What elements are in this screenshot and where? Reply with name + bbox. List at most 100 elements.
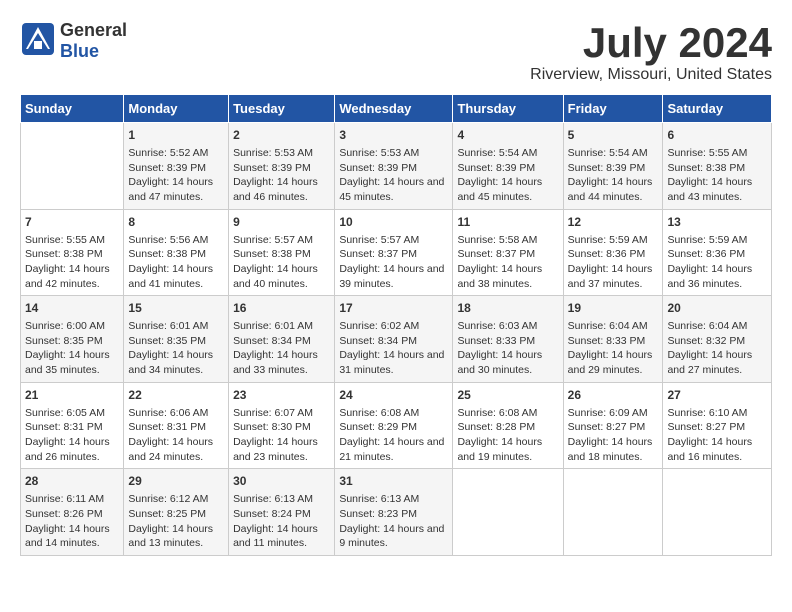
sunrise-text: Sunrise: 6:00 AM bbox=[25, 319, 119, 334]
daylight-text: Daylight: 14 hours and 35 minutes. bbox=[25, 348, 119, 377]
day-cell bbox=[563, 469, 663, 556]
header-monday: Monday bbox=[124, 95, 229, 123]
header-wednesday: Wednesday bbox=[335, 95, 453, 123]
sunrise-text: Sunrise: 6:13 AM bbox=[233, 492, 330, 507]
day-number: 3 bbox=[339, 127, 448, 144]
sunset-text: Sunset: 8:39 PM bbox=[568, 161, 659, 176]
daylight-text: Daylight: 14 hours and 37 minutes. bbox=[568, 262, 659, 291]
day-number: 11 bbox=[457, 214, 558, 231]
sunrise-text: Sunrise: 6:02 AM bbox=[339, 319, 448, 334]
daylight-text: Daylight: 14 hours and 44 minutes. bbox=[568, 175, 659, 204]
sunrise-text: Sunrise: 5:57 AM bbox=[339, 233, 448, 248]
sunset-text: Sunset: 8:29 PM bbox=[339, 420, 448, 435]
daylight-text: Daylight: 14 hours and 9 minutes. bbox=[339, 522, 448, 551]
day-number: 21 bbox=[25, 387, 119, 404]
day-cell: 5Sunrise: 5:54 AMSunset: 8:39 PMDaylight… bbox=[563, 123, 663, 210]
day-cell: 8Sunrise: 5:56 AMSunset: 8:38 PMDaylight… bbox=[124, 209, 229, 296]
day-cell bbox=[21, 123, 124, 210]
day-number: 26 bbox=[568, 387, 659, 404]
daylight-text: Daylight: 14 hours and 47 minutes. bbox=[128, 175, 224, 204]
day-number: 30 bbox=[233, 473, 330, 490]
header: General Blue July 2024 Riverview, Missou… bbox=[20, 20, 772, 84]
sunset-text: Sunset: 8:35 PM bbox=[128, 334, 224, 349]
day-cell: 15Sunrise: 6:01 AMSunset: 8:35 PMDayligh… bbox=[124, 296, 229, 383]
day-number: 4 bbox=[457, 127, 558, 144]
sunrise-text: Sunrise: 6:10 AM bbox=[667, 406, 767, 421]
sunset-text: Sunset: 8:24 PM bbox=[233, 507, 330, 522]
sunrise-text: Sunrise: 6:13 AM bbox=[339, 492, 448, 507]
header-sunday: Sunday bbox=[21, 95, 124, 123]
sunset-text: Sunset: 8:26 PM bbox=[25, 507, 119, 522]
sunset-text: Sunset: 8:34 PM bbox=[339, 334, 448, 349]
sunrise-text: Sunrise: 6:08 AM bbox=[457, 406, 558, 421]
daylight-text: Daylight: 14 hours and 38 minutes. bbox=[457, 262, 558, 291]
day-number: 1 bbox=[128, 127, 224, 144]
day-number: 16 bbox=[233, 300, 330, 317]
sunset-text: Sunset: 8:31 PM bbox=[128, 420, 224, 435]
day-cell: 28Sunrise: 6:11 AMSunset: 8:26 PMDayligh… bbox=[21, 469, 124, 556]
daylight-text: Daylight: 14 hours and 31 minutes. bbox=[339, 348, 448, 377]
sunrise-text: Sunrise: 5:52 AM bbox=[128, 146, 224, 161]
day-cell: 23Sunrise: 6:07 AMSunset: 8:30 PMDayligh… bbox=[229, 382, 335, 469]
daylight-text: Daylight: 14 hours and 39 minutes. bbox=[339, 262, 448, 291]
sunset-text: Sunset: 8:25 PM bbox=[128, 507, 224, 522]
sunrise-text: Sunrise: 5:53 AM bbox=[339, 146, 448, 161]
subtitle: Riverview, Missouri, United States bbox=[530, 66, 772, 84]
day-cell: 10Sunrise: 5:57 AMSunset: 8:37 PMDayligh… bbox=[335, 209, 453, 296]
sunset-text: Sunset: 8:39 PM bbox=[128, 161, 224, 176]
daylight-text: Daylight: 14 hours and 16 minutes. bbox=[667, 435, 767, 464]
week-row-5: 28Sunrise: 6:11 AMSunset: 8:26 PMDayligh… bbox=[21, 469, 772, 556]
logo-blue: Blue bbox=[60, 41, 99, 61]
sunrise-text: Sunrise: 6:04 AM bbox=[568, 319, 659, 334]
day-cell: 16Sunrise: 6:01 AMSunset: 8:34 PMDayligh… bbox=[229, 296, 335, 383]
day-number: 13 bbox=[667, 214, 767, 231]
day-cell: 27Sunrise: 6:10 AMSunset: 8:27 PMDayligh… bbox=[663, 382, 772, 469]
main-title: July 2024 bbox=[530, 20, 772, 66]
day-number: 28 bbox=[25, 473, 119, 490]
sunset-text: Sunset: 8:33 PM bbox=[457, 334, 558, 349]
daylight-text: Daylight: 14 hours and 34 minutes. bbox=[128, 348, 224, 377]
day-number: 15 bbox=[128, 300, 224, 317]
day-cell: 24Sunrise: 6:08 AMSunset: 8:29 PMDayligh… bbox=[335, 382, 453, 469]
daylight-text: Daylight: 14 hours and 19 minutes. bbox=[457, 435, 558, 464]
calendar-table: SundayMondayTuesdayWednesdayThursdayFrid… bbox=[20, 94, 772, 556]
day-cell: 9Sunrise: 5:57 AMSunset: 8:38 PMDaylight… bbox=[229, 209, 335, 296]
header-friday: Friday bbox=[563, 95, 663, 123]
day-number: 18 bbox=[457, 300, 558, 317]
daylight-text: Daylight: 14 hours and 36 minutes. bbox=[667, 262, 767, 291]
sunset-text: Sunset: 8:39 PM bbox=[339, 161, 448, 176]
day-number: 22 bbox=[128, 387, 224, 404]
sunset-text: Sunset: 8:36 PM bbox=[568, 247, 659, 262]
day-cell bbox=[453, 469, 563, 556]
day-number: 9 bbox=[233, 214, 330, 231]
sunrise-text: Sunrise: 5:59 AM bbox=[667, 233, 767, 248]
daylight-text: Daylight: 14 hours and 41 minutes. bbox=[128, 262, 224, 291]
day-cell: 6Sunrise: 5:55 AMSunset: 8:38 PMDaylight… bbox=[663, 123, 772, 210]
daylight-text: Daylight: 14 hours and 42 minutes. bbox=[25, 262, 119, 291]
header-tuesday: Tuesday bbox=[229, 95, 335, 123]
day-number: 31 bbox=[339, 473, 448, 490]
sunset-text: Sunset: 8:33 PM bbox=[568, 334, 659, 349]
sunrise-text: Sunrise: 5:55 AM bbox=[25, 233, 119, 248]
day-number: 17 bbox=[339, 300, 448, 317]
sunset-text: Sunset: 8:30 PM bbox=[233, 420, 330, 435]
sunrise-text: Sunrise: 6:08 AM bbox=[339, 406, 448, 421]
sunset-text: Sunset: 8:38 PM bbox=[667, 161, 767, 176]
day-cell: 26Sunrise: 6:09 AMSunset: 8:27 PMDayligh… bbox=[563, 382, 663, 469]
header-saturday: Saturday bbox=[663, 95, 772, 123]
day-cell: 29Sunrise: 6:12 AMSunset: 8:25 PMDayligh… bbox=[124, 469, 229, 556]
day-cell: 4Sunrise: 5:54 AMSunset: 8:39 PMDaylight… bbox=[453, 123, 563, 210]
logo: General Blue bbox=[20, 20, 127, 62]
daylight-text: Daylight: 14 hours and 18 minutes. bbox=[568, 435, 659, 464]
day-cell: 7Sunrise: 5:55 AMSunset: 8:38 PMDaylight… bbox=[21, 209, 124, 296]
sunrise-text: Sunrise: 5:55 AM bbox=[667, 146, 767, 161]
day-number: 7 bbox=[25, 214, 119, 231]
sunset-text: Sunset: 8:38 PM bbox=[128, 247, 224, 262]
daylight-text: Daylight: 14 hours and 24 minutes. bbox=[128, 435, 224, 464]
daylight-text: Daylight: 14 hours and 21 minutes. bbox=[339, 435, 448, 464]
day-cell: 12Sunrise: 5:59 AMSunset: 8:36 PMDayligh… bbox=[563, 209, 663, 296]
daylight-text: Daylight: 14 hours and 27 minutes. bbox=[667, 348, 767, 377]
day-number: 8 bbox=[128, 214, 224, 231]
day-cell: 22Sunrise: 6:06 AMSunset: 8:31 PMDayligh… bbox=[124, 382, 229, 469]
daylight-text: Daylight: 14 hours and 11 minutes. bbox=[233, 522, 330, 551]
